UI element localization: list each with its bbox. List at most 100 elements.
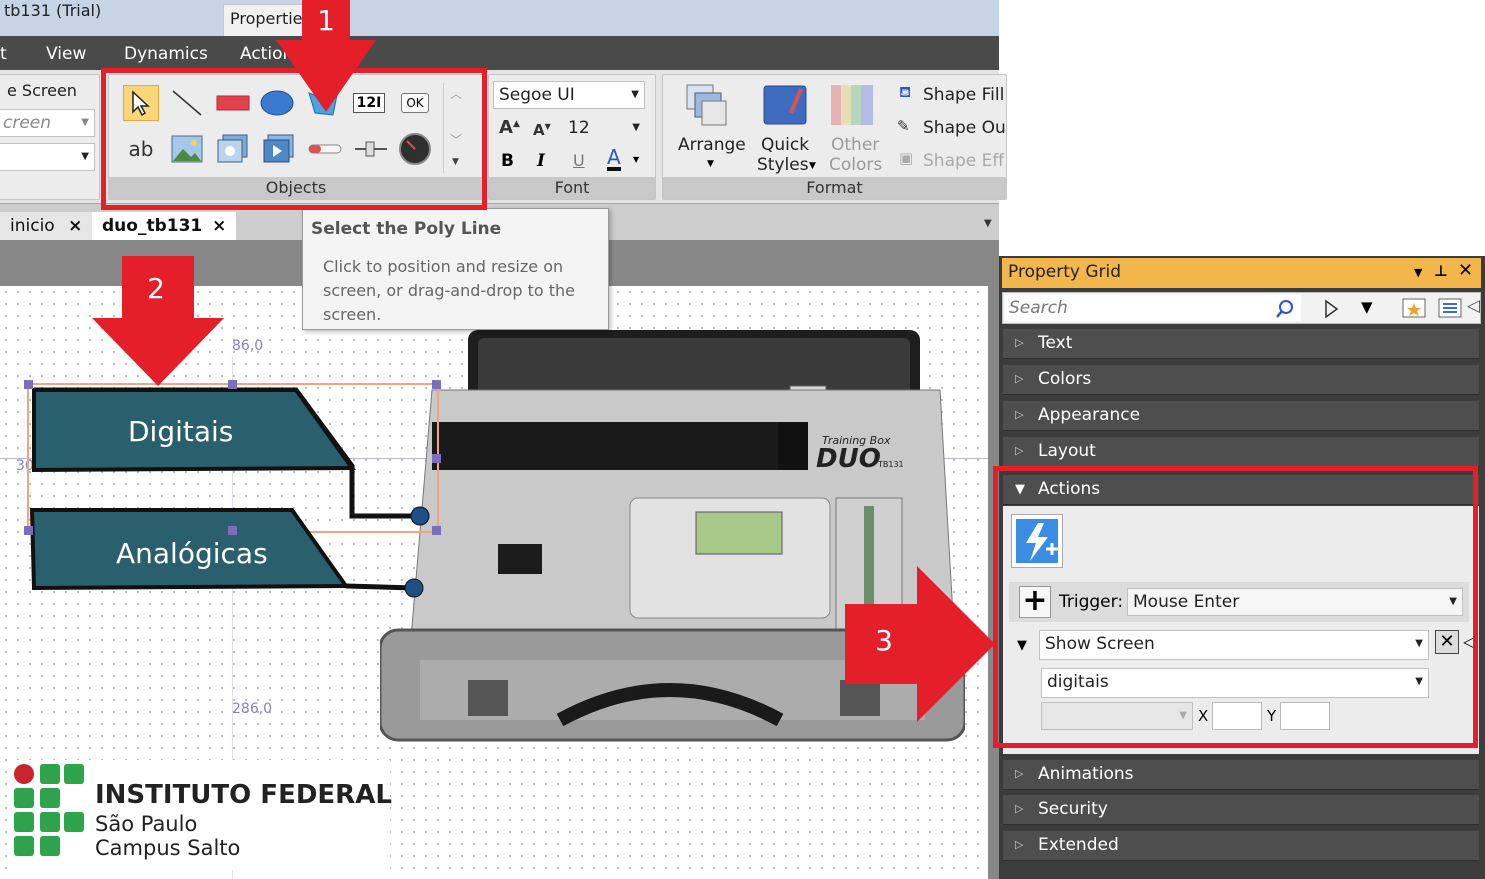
quick-styles-label-1[interactable]: Quick	[761, 135, 809, 155]
digitais-button[interactable]: Digitais	[128, 415, 233, 448]
image-icon[interactable]	[169, 131, 205, 167]
screen-dropdown[interactable]: creen ▼	[0, 109, 95, 137]
tab-list-dropdown-icon[interactable]: ▼	[984, 218, 992, 229]
coordinate-label: 86,0	[232, 338, 264, 354]
close-icon[interactable]: ✕	[1458, 260, 1473, 281]
category-actions[interactable]: ▼ Actions	[1003, 475, 1479, 505]
logo-mark	[14, 764, 84, 856]
gallery-expand-icon[interactable]: ▼	[452, 157, 459, 167]
chevron-down-icon[interactable]: ﹀	[450, 131, 462, 148]
tab-label: duo_tb131	[102, 216, 203, 236]
add-icon[interactable]: +	[1019, 586, 1051, 618]
screen-select-dropdown[interactable]: digitais ▼	[1041, 668, 1429, 698]
select-arrow-icon[interactable]	[123, 85, 159, 121]
collapse-panel-icon[interactable]: ◁	[1467, 296, 1480, 316]
other-colors-label-1[interactable]: Other	[831, 135, 879, 155]
y-coordinate-input[interactable]	[1280, 702, 1330, 730]
tab-duo-tb131[interactable]: duo_tb131 ×	[92, 212, 237, 240]
italic-button[interactable]: I	[537, 151, 545, 171]
shape-effects-button[interactable]: Shape Eff	[923, 151, 1004, 171]
video-icon[interactable]	[261, 131, 297, 167]
category-colors[interactable]: ▷ Colors	[1003, 365, 1479, 395]
close-icon[interactable]: ×	[212, 216, 226, 236]
categorized-view-icon[interactable]	[1401, 297, 1427, 319]
screen-dropdown-2[interactable]: ▼	[0, 143, 95, 171]
tab-inicio[interactable]: inicio ×	[0, 212, 93, 240]
category-label: Layout	[1038, 441, 1096, 461]
category-text[interactable]: ▷ Text	[1003, 329, 1479, 359]
category-label: Colors	[1038, 369, 1092, 389]
delete-action-icon[interactable]: ✕	[1435, 630, 1459, 654]
category-appearance[interactable]: ▷ Appearance	[1003, 401, 1479, 431]
category-layout[interactable]: ▷ Layout	[1003, 437, 1479, 467]
tooltip-title: Select the Poly Line	[311, 219, 502, 239]
monitor-select-dropdown[interactable]: ▼	[1041, 702, 1193, 730]
arrange-button[interactable]: Arrange	[678, 135, 746, 155]
shape-fill-button[interactable]: Shape Fill	[923, 85, 1004, 105]
logo-line2: São Paulo	[95, 812, 198, 836]
analogicas-button[interactable]: Analógicas	[116, 537, 268, 570]
category-label: Actions	[1038, 479, 1101, 499]
font-name-dropdown[interactable]: Segoe UI ▼	[493, 81, 645, 109]
other-colors-label-2[interactable]: Colors	[829, 155, 882, 175]
pin-icon[interactable]: ⊥	[1434, 262, 1448, 280]
font-size-dropdown[interactable]: 12 ▼	[563, 115, 645, 143]
collapse-icon[interactable]: ◁	[1463, 632, 1475, 651]
property-search-bar: Search ▼ ◁	[1002, 292, 1481, 324]
close-icon[interactable]: ×	[68, 216, 82, 236]
chevron-down-icon[interactable]: ▼	[1361, 298, 1373, 316]
quick-styles-label-2[interactable]: Styles	[757, 155, 809, 175]
logo-line3: Campus Salto	[95, 836, 241, 860]
category-label: Security	[1038, 799, 1108, 819]
screen-item[interactable]: e Screen	[7, 81, 77, 100]
chevron-down-icon[interactable]: ▼	[1414, 266, 1422, 279]
new-action-button[interactable]	[1011, 514, 1063, 568]
menu-item-dynamics[interactable]: Dynamics	[124, 44, 208, 64]
ribbon-group-font: Segoe UI ▼ A▲ A▼ 12 ▼ B I U A ▼ Font	[488, 74, 656, 200]
other-colors-icon[interactable]	[829, 83, 877, 133]
category-extended[interactable]: ▷ Extended	[1003, 831, 1479, 861]
chevron-down-icon[interactable]: ▼	[633, 155, 639, 164]
tooltip-body: Click to position and resize on screen, …	[323, 257, 575, 324]
switch-icon[interactable]	[353, 131, 389, 167]
menu-item-view[interactable]: View	[46, 44, 86, 64]
trigger-dropdown[interactable]: Mouse Enter ▼	[1127, 588, 1463, 616]
y-label: Y	[1267, 707, 1277, 725]
quick-styles-icon[interactable]	[761, 83, 809, 133]
tab-label: inicio	[10, 216, 55, 236]
search-input[interactable]: Search	[1005, 295, 1301, 321]
tooltip: Select the Poly Line Click to position a…	[302, 208, 609, 330]
objects-gallery-scroll[interactable]: ︿ ﹀ ▼	[443, 83, 467, 173]
bold-button[interactable]: B	[501, 151, 514, 171]
category-label: Appearance	[1038, 405, 1141, 425]
category-animations[interactable]: ▷ Animations	[1003, 760, 1479, 790]
chevron-up-icon[interactable]: ︿	[450, 85, 462, 102]
property-grid-header: Property Grid ▼ ⊥ ✕	[1002, 258, 1481, 288]
text-icon[interactable]: ab	[123, 131, 159, 167]
arrange-icon[interactable]	[685, 83, 729, 133]
line-icon[interactable]	[169, 85, 205, 121]
app-title: tb131 (Trial)	[4, 1, 102, 20]
ok-button-icon[interactable]: OK	[397, 85, 433, 121]
chevron-down-icon: ▼	[1415, 638, 1423, 649]
grow-font-icon[interactable]: A▲	[499, 117, 520, 138]
shape-outline-button[interactable]: Shape Ou	[923, 118, 1006, 138]
gauge-icon[interactable]	[397, 131, 433, 167]
underline-button[interactable]: U	[573, 151, 585, 170]
chevron-down-icon: ▼	[1449, 596, 1457, 607]
shrink-font-icon[interactable]: A▼	[533, 121, 551, 139]
slider-control-icon[interactable]	[307, 131, 343, 167]
action-type-dropdown[interactable]: Show Screen ▼	[1039, 630, 1429, 660]
list-view-icon[interactable]	[1437, 297, 1463, 319]
menu-item-edit[interactable]: t	[0, 44, 7, 64]
play-icon[interactable]	[1323, 299, 1339, 319]
sprite-icon[interactable]	[215, 131, 251, 167]
chevron-right-icon: ▷	[1015, 767, 1024, 780]
x-coordinate-input[interactable]	[1212, 702, 1262, 730]
rectangle-icon[interactable]	[215, 85, 251, 121]
search-icon[interactable]	[1275, 299, 1295, 319]
font-color-button[interactable]: A	[607, 147, 621, 171]
title-bar: tb131 (Trial)	[0, 0, 999, 36]
chevron-down-icon[interactable]: ▼	[1017, 638, 1027, 653]
category-security[interactable]: ▷ Security	[1003, 795, 1479, 825]
